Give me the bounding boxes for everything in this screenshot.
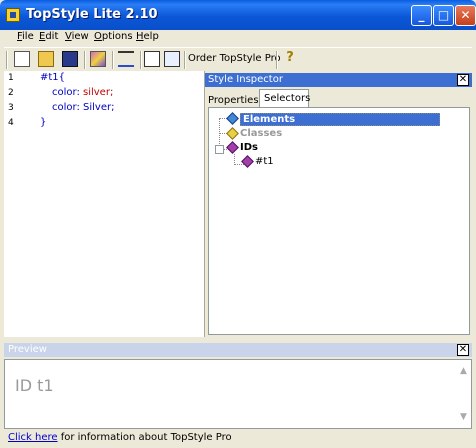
code-editor[interactable]: 1 2 3 4 #t1{ color: silver; color: Silve… bbox=[4, 71, 205, 337]
menu-view[interactable]: View bbox=[65, 31, 89, 42]
open-folder-icon[interactable] bbox=[38, 51, 54, 67]
status-bar: Click here for information about TopStyl… bbox=[8, 432, 232, 443]
style-inspector-panel: Style Inspector ✕ Properties Selectors E… bbox=[205, 71, 472, 337]
close-inspector-icon[interactable]: ✕ bbox=[457, 74, 469, 86]
preview-header: Preview ✕ bbox=[4, 343, 472, 357]
help-tip-icon[interactable]: ? bbox=[282, 51, 298, 67]
code-value: silver; bbox=[83, 87, 114, 98]
tab-selectors[interactable]: Selectors bbox=[259, 89, 310, 107]
toolbar: Order TopStyle Pro ? bbox=[4, 47, 472, 73]
tab-properties[interactable]: Properties bbox=[208, 95, 259, 106]
menu-bar: File Edit View Options Help bbox=[4, 30, 472, 46]
tree-node-classes[interactable]: Classes bbox=[240, 128, 282, 139]
menu-edit[interactable]: Edit bbox=[39, 31, 58, 42]
preview-toggle-icon[interactable] bbox=[164, 51, 180, 67]
window-title: TopStyle Lite 2.10 bbox=[26, 7, 158, 22]
click-here-link[interactable]: Click here bbox=[8, 432, 58, 443]
code-line-2: color: silver; bbox=[52, 87, 113, 98]
status-text: for information about TopStyle Pro bbox=[57, 432, 232, 443]
elements-diamond-icon bbox=[226, 112, 239, 125]
scroll-down-icon[interactable]: ▼ bbox=[460, 412, 467, 422]
preview-text: ID t1 bbox=[15, 376, 54, 395]
selectors-tree: Elements Classes IDs #t1 bbox=[208, 107, 470, 335]
line-number: 3 bbox=[8, 103, 14, 113]
line-number: 1 bbox=[8, 73, 14, 83]
style-inspector-title: Style Inspector bbox=[208, 74, 283, 85]
id-diamond-icon bbox=[241, 155, 254, 168]
palette-icon[interactable] bbox=[90, 51, 106, 67]
code-line-4: } bbox=[40, 117, 47, 128]
toolbar-grip bbox=[6, 51, 8, 69]
preview-title: Preview bbox=[8, 344, 47, 355]
style-inspector-header: Style Inspector ✕ bbox=[205, 73, 472, 87]
line-number: 2 bbox=[8, 88, 14, 98]
line-number-gutter: 1 2 3 4 bbox=[4, 71, 18, 337]
tree-node-elements[interactable]: Elements bbox=[240, 113, 440, 126]
line-number: 4 bbox=[8, 118, 14, 128]
new-file-icon[interactable] bbox=[14, 51, 30, 67]
code-line-3: color: Silver; bbox=[52, 102, 115, 113]
ids-diamond-icon bbox=[226, 141, 239, 154]
classes-diamond-icon bbox=[226, 127, 239, 140]
menu-help[interactable]: Help bbox=[136, 31, 159, 42]
menu-file[interactable]: File bbox=[17, 31, 34, 42]
scroll-up-icon[interactable]: ▲ bbox=[460, 366, 467, 376]
save-icon[interactable] bbox=[62, 51, 78, 67]
tree-node-t1[interactable]: #t1 bbox=[255, 156, 274, 167]
tree-node-ids[interactable]: IDs bbox=[240, 142, 258, 153]
close-button[interactable]: ✕ bbox=[455, 5, 476, 26]
preview-pane[interactable]: ID t1 ▲ ▼ bbox=[4, 359, 472, 429]
format-icon[interactable] bbox=[118, 51, 134, 67]
app-icon[interactable] bbox=[6, 8, 20, 22]
minimize-button[interactable]: _ bbox=[411, 5, 432, 26]
title-bar[interactable]: TopStyle Lite 2.10 _ □ ✕ bbox=[0, 0, 476, 30]
maximize-button[interactable]: □ bbox=[433, 5, 454, 26]
code-line-1: #t1{ bbox=[40, 72, 66, 83]
close-preview-icon[interactable]: ✕ bbox=[457, 344, 469, 356]
order-topstyle-pro-button[interactable]: Order TopStyle Pro bbox=[188, 53, 281, 64]
menu-options[interactable]: Options bbox=[94, 31, 133, 42]
inspector-toggle-icon[interactable] bbox=[144, 51, 160, 67]
code-property: color: bbox=[52, 87, 83, 98]
expand-collapse-icon[interactable] bbox=[215, 145, 224, 154]
